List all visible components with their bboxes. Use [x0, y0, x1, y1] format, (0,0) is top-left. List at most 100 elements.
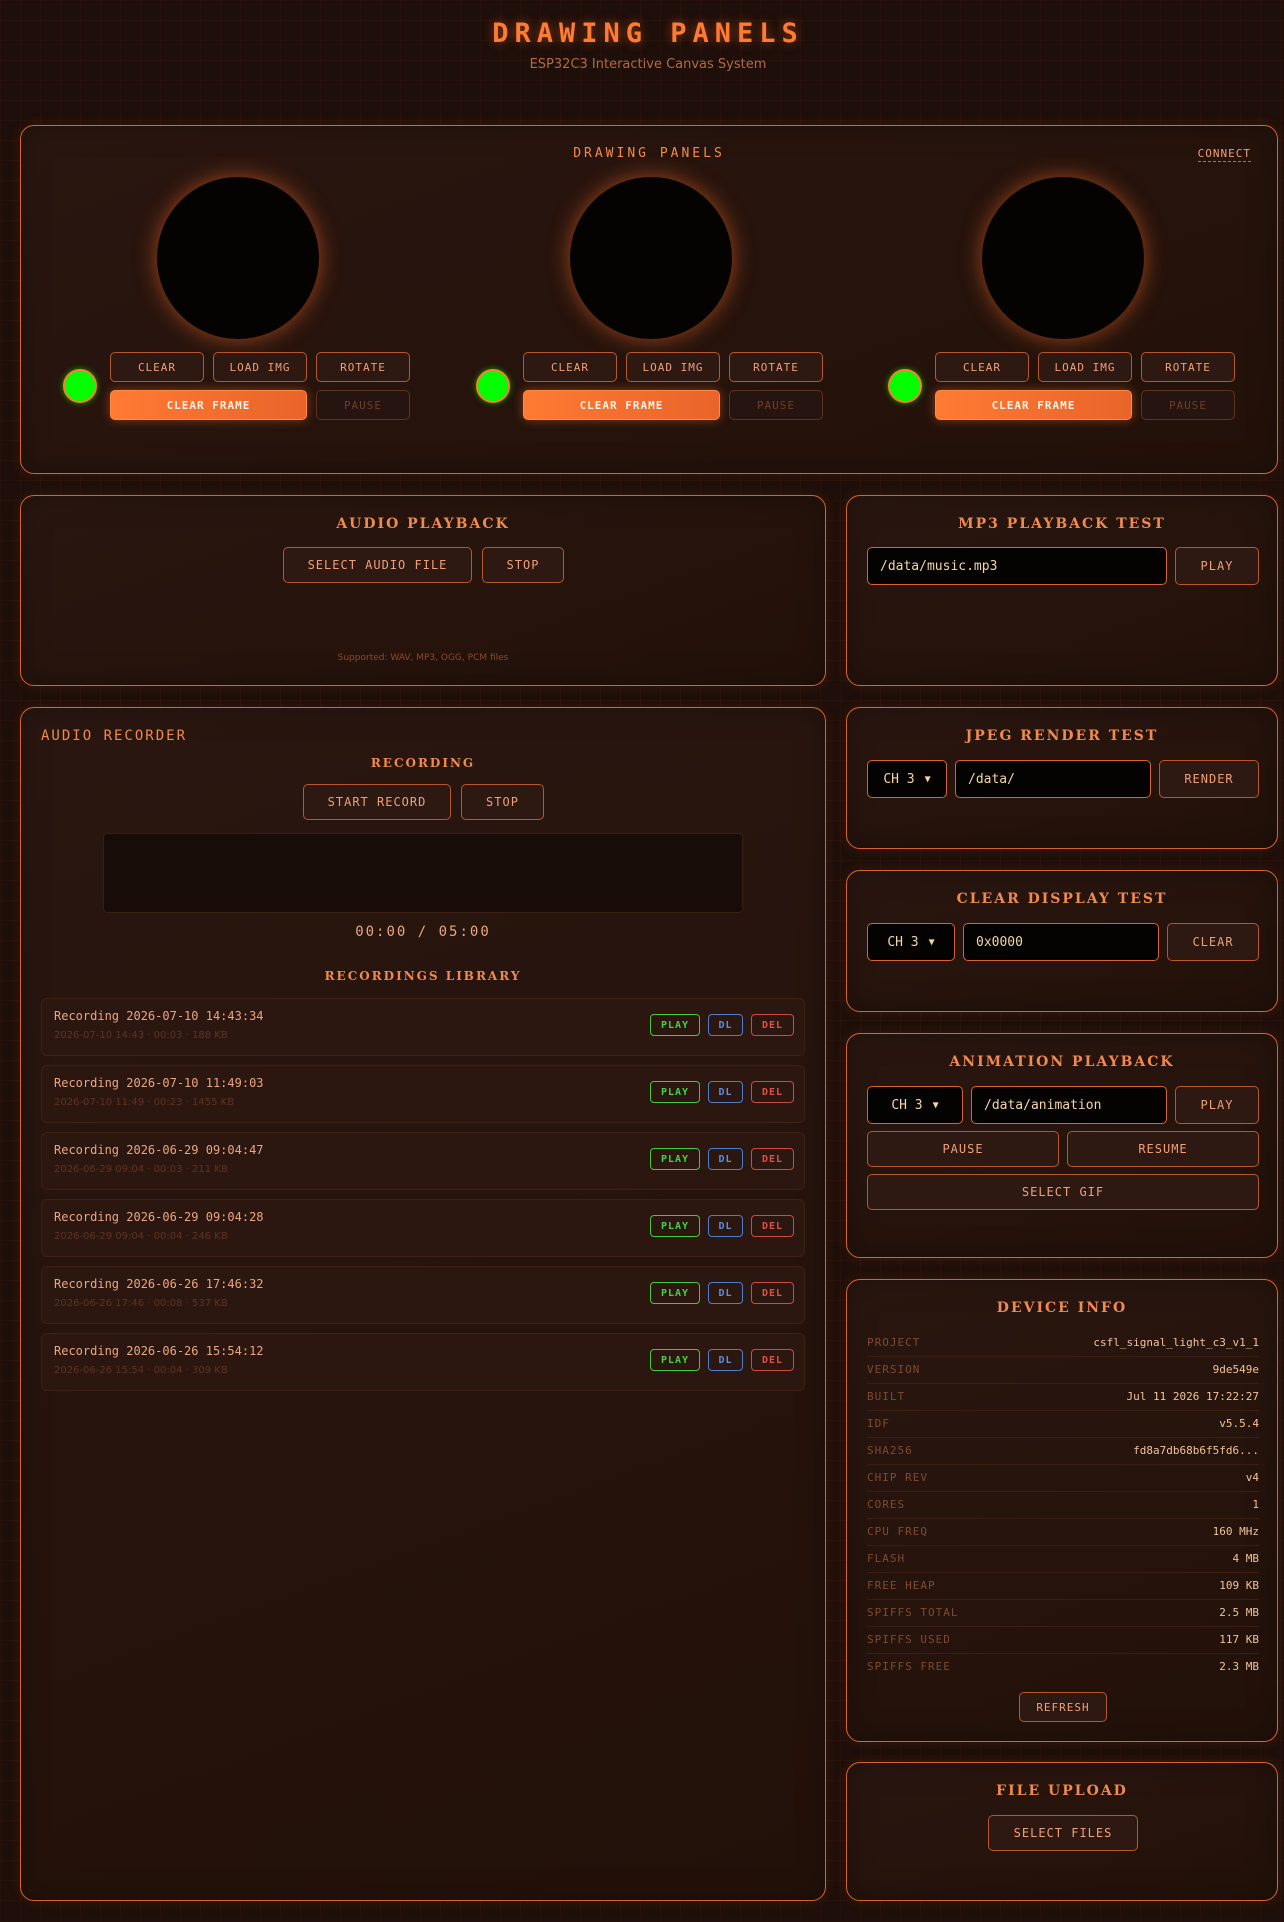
recording-play-button[interactable]: PLAY [650, 1282, 700, 1304]
animation-pause-button[interactable]: PAUSE [867, 1131, 1059, 1167]
recording-play-button[interactable]: PLAY [650, 1081, 700, 1103]
clear-frame-button-2[interactable]: CLEAR FRAME [523, 390, 720, 420]
list-item: Recording 2026-06-29 09:04:47 2026-06-29… [41, 1132, 805, 1190]
recording-meta: 2026-06-29 09:04 · 00:04 · 246 KB [54, 1231, 228, 1242]
clear-frame-button-1[interactable]: CLEAR FRAME [110, 390, 307, 420]
recording-delete-button[interactable]: DEL [751, 1215, 794, 1237]
jpeg-channel-select[interactable]: CH 3 ▼ [867, 760, 947, 798]
animation-channel-value: CH 3 [891, 1097, 923, 1113]
mp3-play-button[interactable]: PLAY [1175, 547, 1259, 585]
clear-channel-select[interactable]: CH 3 ▼ [867, 923, 955, 961]
recording-meta: 2026-07-10 14:43 · 00:03 · 188 KB [54, 1030, 228, 1041]
recording-download-button[interactable]: DL [708, 1349, 743, 1371]
recording-meta: 2026-06-26 15:54 · 00:04 · 309 KB [54, 1365, 228, 1376]
jpeg-render-card: JPEG RENDER TEST CH 3 ▼ /data/ RENDER [846, 707, 1278, 849]
list-item: Recording 2026-06-26 15:54:12 2026-06-26… [41, 1333, 805, 1391]
render-button[interactable]: RENDER [1159, 760, 1259, 798]
rotate-button-1[interactable]: ROTATE [316, 352, 410, 382]
recording-play-button[interactable]: PLAY [650, 1014, 700, 1036]
pause-button-1[interactable]: PAUSE [316, 390, 410, 420]
info-row-cpu-freq: CPU FREQ 160 MHz [867, 1519, 1259, 1546]
info-value: v4 [1245, 1471, 1259, 1484]
device-info-title: DEVICE INFO [996, 1300, 1128, 1316]
info-row-project: PROJECT csfl_signal_light_c3_v1_1 [867, 1330, 1259, 1357]
audio-recorder-card: AUDIO RECORDER RECORDING START RECORD ST… [20, 707, 826, 1901]
rotate-button-2[interactable]: ROTATE [729, 352, 823, 382]
info-row-built: BUILT Jul 11 2026 17:22:27 [867, 1384, 1259, 1411]
select-gif-button[interactable]: SELECT GIF [867, 1174, 1259, 1210]
recording-download-button[interactable]: DL [708, 1282, 743, 1304]
recording-play-button[interactable]: PLAY [650, 1349, 700, 1371]
recording-meta: 2026-06-26 17:46 · 00:08 · 537 KB [54, 1298, 228, 1309]
jpeg-path-input[interactable]: /data/ [955, 760, 1151, 798]
status-led-2 [476, 369, 510, 403]
recording-play-button[interactable]: PLAY [650, 1215, 700, 1237]
info-row-version: VERSION 9de549e [867, 1357, 1259, 1384]
info-row-flash: FLASH 4 MB [867, 1546, 1259, 1573]
info-row-idf: IDF v5.5.4 [867, 1411, 1259, 1438]
rotate-button-3[interactable]: ROTATE [1141, 352, 1235, 382]
info-key: FREE HEAP [867, 1579, 936, 1592]
clear-color-input[interactable]: 0x0000 [963, 923, 1159, 961]
info-key: IDF [867, 1417, 890, 1430]
info-value: 109 KB [1219, 1579, 1259, 1592]
info-row-spiffs-free: SPIFFS FREE 2.3 MB [867, 1654, 1259, 1681]
recording-delete-button[interactable]: DEL [751, 1081, 794, 1103]
recording-name: Recording 2026-07-10 14:43:34 [54, 1009, 264, 1023]
status-led-1 [63, 369, 97, 403]
recording-download-button[interactable]: DL [708, 1148, 743, 1170]
load-img-button-2[interactable]: LOAD IMG [626, 352, 720, 382]
recording-download-button[interactable]: DL [708, 1215, 743, 1237]
pause-button-3[interactable]: PAUSE [1141, 390, 1235, 420]
refresh-button[interactable]: REFRESH [1019, 1692, 1107, 1722]
recording-name: Recording 2026-06-26 17:46:32 [54, 1277, 264, 1291]
audio-playback-title: AUDIO PLAYBACK [336, 516, 510, 532]
animation-channel-select[interactable]: CH 3 ▼ [867, 1086, 963, 1124]
start-record-button[interactable]: START RECORD [303, 784, 451, 820]
animation-play-button[interactable]: PLAY [1175, 1086, 1259, 1124]
audio-stop-button[interactable]: STOP [482, 547, 564, 583]
select-files-button[interactable]: SELECT FILES [988, 1815, 1138, 1851]
recording-delete-button[interactable]: DEL [751, 1349, 794, 1371]
info-key: BUILT [867, 1390, 906, 1403]
chevron-down-icon: ▼ [932, 1099, 939, 1111]
record-stop-button[interactable]: STOP [461, 784, 544, 820]
info-value: 1 [1252, 1498, 1259, 1511]
jpeg-render-title: JPEG RENDER TEST [965, 728, 1159, 744]
clear-channel-value: CH 3 [887, 934, 919, 950]
recording-delete-button[interactable]: DEL [751, 1148, 794, 1170]
drawing-canvas-1[interactable] [157, 177, 319, 339]
info-row-spiffs-used: SPIFFS USED 117 KB [867, 1627, 1259, 1654]
info-key: SPIFFS TOTAL [867, 1606, 959, 1619]
info-row-free-heap: FREE HEAP 109 KB [867, 1573, 1259, 1600]
recording-name: Recording 2026-06-29 09:04:28 [54, 1210, 264, 1224]
mp3-path-input[interactable]: /data/music.mp3 [867, 547, 1167, 585]
file-upload-card: FILE UPLOAD SELECT FILES [846, 1762, 1278, 1901]
load-img-button-1[interactable]: LOAD IMG [213, 352, 307, 382]
drawing-canvas-3[interactable] [982, 177, 1144, 339]
clear-display-button[interactable]: CLEAR [1167, 923, 1259, 961]
recordings-library-title: RECORDINGS LIBRARY [324, 969, 522, 983]
info-value: 117 KB [1219, 1633, 1259, 1646]
drawing-canvas-2[interactable] [570, 177, 732, 339]
clear-frame-button-3[interactable]: CLEAR FRAME [935, 390, 1132, 420]
load-img-button-3[interactable]: LOAD IMG [1038, 352, 1132, 382]
drawing-panels-card: DRAWING PANELS CONNECT CLEAR LOAD IMG RO… [20, 125, 1278, 474]
info-value: 160 MHz [1212, 1525, 1259, 1538]
connect-link[interactable]: CONNECT [1197, 147, 1251, 162]
clear-button-1[interactable]: CLEAR [110, 352, 204, 382]
recording-play-button[interactable]: PLAY [650, 1148, 700, 1170]
info-value: csfl_signal_light_c3_v1_1 [1093, 1336, 1259, 1349]
recording-download-button[interactable]: DL [708, 1081, 743, 1103]
recording-delete-button[interactable]: DEL [751, 1282, 794, 1304]
clear-display-card: CLEAR DISPLAY TEST CH 3 ▼ 0x0000 CLEAR [846, 870, 1278, 1012]
animation-resume-button[interactable]: RESUME [1067, 1131, 1259, 1167]
info-key: CHIP REV [867, 1471, 928, 1484]
pause-button-2[interactable]: PAUSE [729, 390, 823, 420]
recording-download-button[interactable]: DL [708, 1014, 743, 1036]
recording-delete-button[interactable]: DEL [751, 1014, 794, 1036]
select-audio-file-button[interactable]: SELECT AUDIO FILE [283, 547, 472, 583]
clear-button-3[interactable]: CLEAR [935, 352, 1029, 382]
clear-button-2[interactable]: CLEAR [523, 352, 617, 382]
animation-path-input[interactable]: /data/animation [971, 1086, 1167, 1124]
